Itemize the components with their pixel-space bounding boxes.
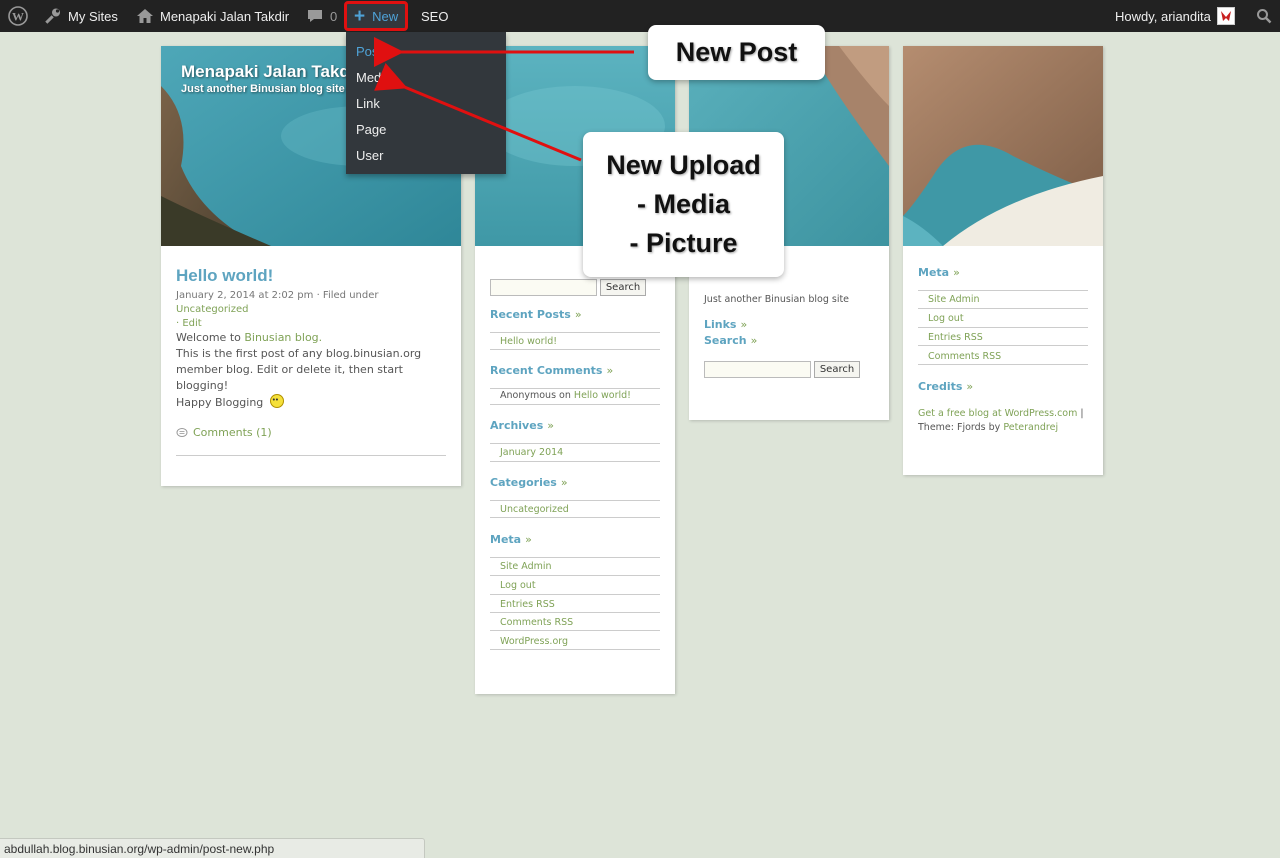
howdy-label: Howdy, ariandita <box>1115 8 1211 24</box>
new-content-dropdown: Post Media Link Page User <box>346 32 506 174</box>
divider <box>176 455 446 456</box>
new-label: New <box>372 8 399 24</box>
my-sites-label: My Sites <box>68 8 118 24</box>
divider <box>918 364 1088 365</box>
new-menu-item-page[interactable]: Page <box>356 122 386 137</box>
comments-label: Comments (1) <box>193 426 272 439</box>
meta-link-site-admin[interactable]: Site Admin <box>500 561 552 572</box>
divider <box>490 557 660 558</box>
comments-link[interactable]: Comments (1) <box>176 426 272 439</box>
home-icon <box>136 7 154 25</box>
meta-link-comments-rss-2[interactable]: Comments RSS <box>928 351 1001 362</box>
recent-post-link[interactable]: Hello world! <box>500 336 557 347</box>
site-name-label: Menapaki Jalan Takdir <box>160 8 290 24</box>
divider <box>490 630 660 631</box>
credits-heading: Credits» <box>918 380 974 393</box>
blog-tagline: Just another Binusian blog site <box>181 83 345 95</box>
divider <box>918 290 1088 291</box>
meta-link-entries-rss[interactable]: Entries RSS <box>500 599 555 610</box>
header-photo-4 <box>903 46 1103 246</box>
divider <box>490 500 660 501</box>
divider <box>918 308 1088 309</box>
comment-bubble-icon <box>306 7 324 25</box>
divider <box>490 575 660 576</box>
account-menu[interactable]: Howdy, ariandita <box>1115 0 1235 32</box>
recent-comments-heading: Recent Comments» <box>490 364 614 377</box>
search-icon[interactable] <box>1256 0 1272 32</box>
meta-link-wordpress-org[interactable]: WordPress.org <box>500 636 568 647</box>
comment-icon <box>176 427 188 437</box>
smiley-icon <box>269 392 284 408</box>
svg-text:W: W <box>12 10 24 24</box>
search-heading: Search» <box>704 334 758 347</box>
divider <box>918 345 1088 346</box>
sidebar-search-input[interactable] <box>490 279 597 296</box>
new-content-button[interactable]: + New <box>344 1 409 31</box>
welcome-text: Welcome to <box>176 331 241 344</box>
new-menu-item-media[interactable]: Media <box>356 70 391 85</box>
plus-icon: + <box>354 5 366 27</box>
comments-count: 0 <box>330 8 338 24</box>
post-title[interactable]: Hello world! <box>176 266 273 286</box>
avatar <box>1216 7 1235 25</box>
new-menu-item-link[interactable]: Link <box>356 96 380 111</box>
new-menu-item-post[interactable]: Post <box>356 44 382 59</box>
wrench-icon <box>44 7 62 25</box>
admin-bar: W My Sites Menapaki Jalan Takdir 0 + New… <box>0 0 1280 32</box>
comments-menu[interactable]: 0 <box>306 0 337 32</box>
divider <box>490 594 660 595</box>
divider <box>490 461 660 462</box>
meta-link-comments-rss[interactable]: Comments RSS <box>500 617 573 628</box>
wordpress-logo-icon[interactable]: W <box>8 0 28 32</box>
divider <box>918 327 1088 328</box>
links-heading: Links» <box>704 318 748 331</box>
category-link[interactable]: Uncategorized <box>176 304 248 315</box>
meta-link-log-out-2[interactable]: Log out <box>928 313 964 324</box>
meta-heading-2: Meta» <box>918 266 960 279</box>
search-widget-button[interactable]: Search <box>814 361 860 378</box>
site-name-menu[interactable]: Menapaki Jalan Takdir <box>136 0 289 32</box>
sidebar-tagline: Just another Binusian blog site <box>704 294 850 305</box>
divider <box>490 349 660 350</box>
meta-heading: Meta» <box>490 533 532 546</box>
divider <box>490 649 660 650</box>
divider <box>490 612 660 613</box>
recent-posts-heading: Recent Posts» <box>490 308 582 321</box>
seo-label: SEO <box>421 8 449 24</box>
seo-menu[interactable]: SEO <box>421 0 448 32</box>
sidebar-search-button[interactable]: Search <box>600 279 646 296</box>
recent-comment-post-link[interactable]: Hello world! <box>574 390 631 401</box>
divider <box>490 517 660 518</box>
my-sites-menu[interactable]: My Sites <box>44 0 118 32</box>
meta-link-entries-rss-2[interactable]: Entries RSS <box>928 332 983 343</box>
blog-title[interactable]: Menapaki Jalan Takdir <box>181 62 361 82</box>
edit-link[interactable]: · Edit <box>176 318 202 329</box>
divider <box>490 443 660 444</box>
post-date: January 2, 2014 at 2:02 pm <box>176 290 314 301</box>
browser-status-bar: abdullah.blog.binusian.org/wp-admin/post… <box>0 838 425 858</box>
meta-link-log-out[interactable]: Log out <box>500 580 536 591</box>
search-widget-input[interactable] <box>704 361 811 378</box>
binusian-blog-link[interactable]: Binusian blog. <box>244 331 322 344</box>
post-content: Welcome to Binusian blog. This is the fi… <box>176 330 446 411</box>
recent-comment-item: Anonymous on Hello world! <box>500 390 631 401</box>
wordpress-com-link[interactable]: Get a free blog at WordPress.com <box>918 408 1077 419</box>
new-upload-callout: New Upload - Media - Picture <box>583 132 784 277</box>
archives-heading: Archives» <box>490 419 554 432</box>
post-body-text: This is the first post of any blog.binus… <box>176 347 422 392</box>
categories-heading: Categories» <box>490 476 568 489</box>
post-meta: January 2, 2014 at 2:02 pm · Filed under… <box>176 289 451 331</box>
new-post-callout: New Post <box>648 25 825 80</box>
credits-text: Get a free blog at WordPress.com | Theme… <box>918 408 1084 433</box>
category-link[interactable]: Uncategorized <box>500 504 569 515</box>
divider <box>490 388 660 389</box>
filed-under: · Filed under <box>316 290 379 301</box>
divider <box>490 332 660 333</box>
new-menu-item-user[interactable]: User <box>356 148 383 163</box>
divider <box>490 404 660 405</box>
archive-link[interactable]: January 2014 <box>500 447 563 458</box>
happy-blogging-text: Happy Blogging <box>176 396 264 409</box>
theme-author-link[interactable]: Peterandrej <box>1003 422 1058 433</box>
meta-link-site-admin-2[interactable]: Site Admin <box>928 294 980 305</box>
